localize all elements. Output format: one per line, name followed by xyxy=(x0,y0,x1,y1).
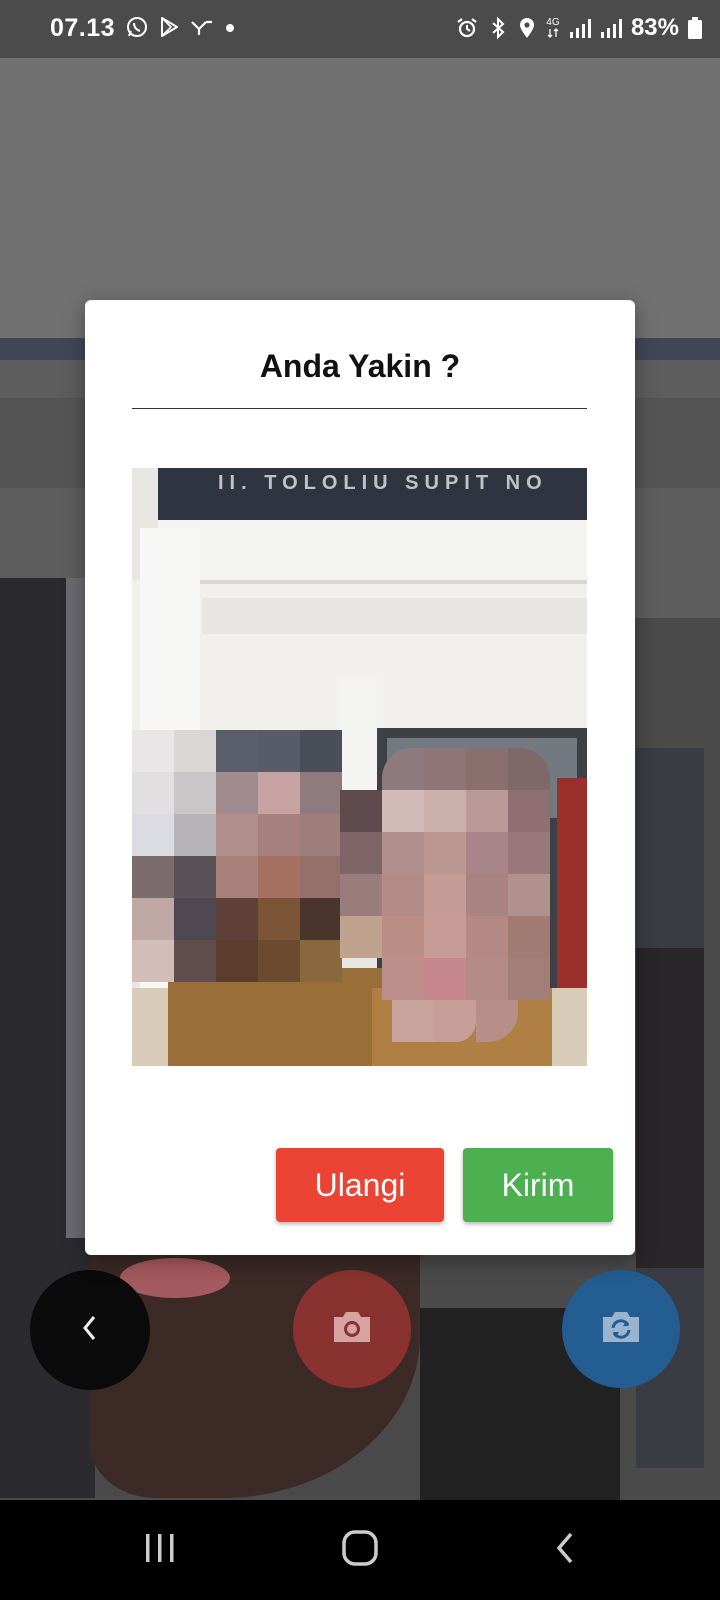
pixel-block xyxy=(258,856,300,898)
pixel-block xyxy=(174,772,216,814)
pixel-block xyxy=(340,874,382,916)
pixel-block xyxy=(434,1000,476,1042)
pixel-block xyxy=(132,772,174,814)
whatsapp-icon xyxy=(125,15,149,39)
dialog-title: Anda Yakin ? xyxy=(259,348,461,384)
signal-bars-icon xyxy=(569,17,591,39)
pixel-block xyxy=(340,916,382,958)
battery-icon xyxy=(688,17,702,39)
pixel-block xyxy=(300,940,342,982)
pixel-block xyxy=(340,832,382,874)
back-button[interactable] xyxy=(535,1525,595,1575)
play-store-icon xyxy=(157,15,181,39)
pixel-block xyxy=(466,832,508,874)
recents-icon xyxy=(143,1532,177,1569)
home-icon xyxy=(341,1529,379,1572)
pixel-block xyxy=(132,856,174,898)
pixel-block xyxy=(466,874,508,916)
pixel-block xyxy=(258,730,300,772)
home-button[interactable] xyxy=(330,1525,390,1575)
pixel-block xyxy=(216,730,258,772)
battery-percent: 83% xyxy=(630,14,679,41)
notification-icons xyxy=(125,15,237,39)
pixel-block xyxy=(466,790,508,832)
pixel-block xyxy=(216,814,258,856)
pixel-block xyxy=(132,940,174,982)
pixel-block xyxy=(508,790,550,832)
pixel-block xyxy=(216,772,258,814)
pixel-block xyxy=(174,856,216,898)
pixel-block xyxy=(424,748,466,790)
pixel-block xyxy=(382,958,424,1000)
back-icon xyxy=(553,1530,577,1571)
navigation-bar xyxy=(0,1500,720,1600)
pixel-block xyxy=(132,814,174,856)
pixel-block xyxy=(508,958,550,1000)
pixel-block xyxy=(382,916,424,958)
pixel-block xyxy=(174,940,216,982)
retake-button[interactable]: Ulangi xyxy=(276,1148,444,1222)
pixel-block xyxy=(300,730,342,772)
preview-beam xyxy=(202,598,587,634)
pixel-block xyxy=(174,898,216,940)
pixel-block xyxy=(258,898,300,940)
pixel-block xyxy=(300,856,342,898)
pixel-block xyxy=(132,898,174,940)
pixel-block xyxy=(216,898,258,940)
pixel-block xyxy=(300,772,342,814)
pixel-block xyxy=(508,832,550,874)
pixel-block xyxy=(508,916,550,958)
bluetooth-icon xyxy=(488,16,508,40)
pixel-block xyxy=(174,730,216,772)
send-button[interactable]: Kirim xyxy=(463,1148,613,1222)
location-icon xyxy=(517,16,537,40)
pixel-block xyxy=(424,874,466,916)
network-4g-label: 4G xyxy=(546,17,560,28)
network-4g-icon: 4G xyxy=(546,18,560,38)
pixel-block xyxy=(132,730,174,772)
pixel-block xyxy=(424,958,466,1000)
status-bar: 07.13 4G 83% xyxy=(0,0,720,58)
pixel-block xyxy=(216,856,258,898)
pixel-block xyxy=(466,958,508,1000)
status-time: 07.13 xyxy=(50,14,116,42)
dot-icon xyxy=(223,15,237,39)
signal-app-icon xyxy=(189,15,215,39)
pixel-block xyxy=(174,814,216,856)
recents-button[interactable] xyxy=(130,1525,190,1575)
pixel-block xyxy=(258,814,300,856)
pixel-block xyxy=(424,832,466,874)
preview-slab xyxy=(158,520,587,584)
preview-building-sign: II. TOLOLIU SUPIT NO xyxy=(158,468,587,520)
pixel-block xyxy=(340,790,382,832)
pixel-block xyxy=(300,814,342,856)
pixel-block xyxy=(466,916,508,958)
preview-column-mid xyxy=(337,678,377,798)
dialog-divider xyxy=(132,408,587,409)
pixel-block xyxy=(382,874,424,916)
system-icons: 4G 83% xyxy=(455,14,702,42)
pixel-block xyxy=(382,832,424,874)
photo-preview: II. TOLOLIU SUPIT NO xyxy=(132,468,587,1066)
pixel-block xyxy=(424,916,466,958)
pixel-block xyxy=(508,874,550,916)
pixel-block xyxy=(382,790,424,832)
pixel-block xyxy=(258,940,300,982)
pixel-block xyxy=(466,748,508,790)
preview-sign-text: II. TOLOLIU SUPIT NO xyxy=(218,472,548,494)
pixel-block xyxy=(216,940,258,982)
signal-bars-icon xyxy=(600,17,622,39)
confirm-dialog: Anda Yakin ? II. TOLOLIU SUPIT NO Ulangi… xyxy=(85,300,635,1255)
pixel-block xyxy=(258,772,300,814)
alarm-icon xyxy=(455,16,479,40)
pixel-block xyxy=(424,790,466,832)
pixel-block xyxy=(392,1000,434,1042)
pixel-block xyxy=(300,898,342,940)
